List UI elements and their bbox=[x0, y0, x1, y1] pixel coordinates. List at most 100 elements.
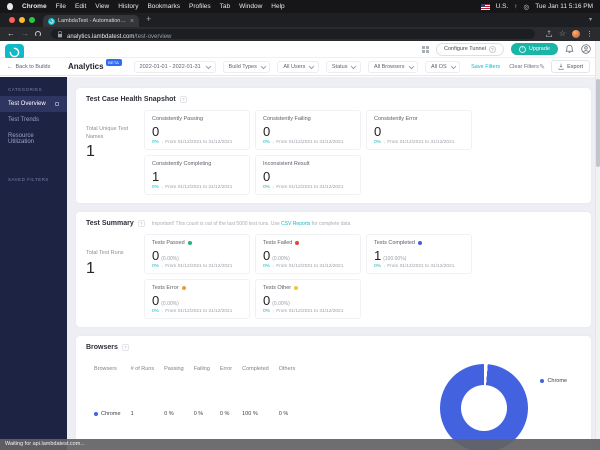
section-test-summary: Test Summary ? Important! This count is … bbox=[76, 212, 591, 327]
trend-up-icon: ↑ bbox=[272, 185, 274, 190]
help-icon[interactable]: ? bbox=[138, 220, 145, 227]
upgrade-button[interactable]: ↑ Upgrade bbox=[511, 43, 558, 55]
metric-card-consistently-failing: Consistently Failing 0 0%↑From 01/12/202… bbox=[255, 110, 361, 150]
tab-close-icon[interactable]: × bbox=[130, 18, 134, 25]
trend-up-icon: ↑ bbox=[383, 140, 385, 145]
help-icon[interactable]: ? bbox=[122, 344, 129, 351]
col-error: Error bbox=[220, 362, 242, 376]
tab-search-chevron-icon[interactable]: ▾ bbox=[589, 16, 600, 27]
notifications-bell-icon[interactable] bbox=[565, 44, 574, 54]
metric-card-consistently-passing: Consistently Passing 0 0%↑From 01/12/202… bbox=[144, 110, 250, 150]
menu-view[interactable]: View bbox=[95, 3, 109, 10]
sidebar-item-label: Test Overview bbox=[8, 101, 46, 107]
csv-reports-link[interactable]: CSV Reports bbox=[281, 221, 310, 227]
apps-grid-icon[interactable] bbox=[422, 46, 429, 53]
url-path: /test-overview bbox=[134, 34, 171, 40]
sidebar: CATEGORIES Test Overview Test Trends Res… bbox=[0, 77, 67, 450]
menu-tab[interactable]: Tab bbox=[220, 3, 230, 10]
menu-edit[interactable]: Edit bbox=[75, 3, 86, 10]
menu-chrome[interactable]: Chrome bbox=[22, 3, 47, 10]
browser-status-bar: Waiting for api.lambdatest.com... bbox=[0, 439, 600, 450]
total-unique-tests-value: 1 bbox=[86, 143, 144, 161]
chrome-dot-icon bbox=[94, 412, 98, 416]
user-profile-icon[interactable] bbox=[581, 44, 591, 54]
trend-up-icon: ↑ bbox=[272, 140, 274, 145]
trend-up-icon: ↑ bbox=[272, 309, 274, 314]
sidebar-item-test-overview[interactable]: Test Overview bbox=[0, 96, 67, 112]
passed-dot-icon bbox=[188, 241, 192, 245]
menu-file[interactable]: File bbox=[56, 3, 66, 10]
lock-icon bbox=[57, 31, 63, 38]
external-link-icon bbox=[55, 102, 59, 106]
apple-icon[interactable] bbox=[7, 3, 13, 10]
help-icon[interactable]: ? bbox=[180, 96, 187, 103]
tunnel-help-icon[interactable]: ? bbox=[489, 46, 496, 53]
all-users-dropdown[interactable]: All Users bbox=[277, 61, 319, 73]
col-others: Others bbox=[279, 362, 306, 376]
export-label: Export bbox=[567, 64, 583, 70]
completed-dot-icon bbox=[418, 241, 422, 245]
screen-mirror-icon[interactable]: ◎ bbox=[524, 3, 530, 11]
chevron-down-icon bbox=[206, 63, 211, 68]
close-window-button[interactable] bbox=[9, 17, 15, 23]
build-types-dropdown[interactable]: Build Types bbox=[223, 61, 271, 73]
address-bar[interactable]: analytics.lambdatest.com/test-overview bbox=[51, 29, 535, 39]
tab-title: LambdaTest - Automation Ana... bbox=[58, 18, 127, 24]
input-menu-icon[interactable]: ↑ bbox=[514, 3, 517, 10]
summary-hint: Important! This count is out of the last… bbox=[152, 221, 351, 227]
back-to-builds-link[interactable]: ← Back to Builds bbox=[0, 64, 62, 70]
col-browsers: Browsers bbox=[94, 362, 131, 376]
menubar-clock[interactable]: Tue Jan 11 5:16 PM bbox=[535, 3, 593, 10]
scrollbar-thumb[interactable] bbox=[596, 79, 600, 167]
save-filters-link[interactable]: Save Filters bbox=[471, 64, 500, 70]
bookmark-star-icon[interactable]: ☆ bbox=[559, 30, 566, 38]
date-range-picker[interactable]: 2022-01-01 - 2022-01-31 bbox=[134, 61, 216, 73]
all-os-dropdown[interactable]: All OS bbox=[425, 61, 460, 73]
saved-filters-heading: SAVED FILTERS bbox=[0, 172, 67, 186]
configure-tunnel-button[interactable]: Configure Tunnel ? bbox=[436, 43, 504, 56]
chrome-profile-avatar[interactable] bbox=[572, 30, 580, 38]
filter-bar: ← Back to Builds Analytics BETA 2022-01-… bbox=[0, 58, 600, 76]
metric-card-inconsistent-result: Inconsistent Result 0 0%↑From 01/12/2021… bbox=[255, 155, 361, 195]
menu-help[interactable]: Help bbox=[271, 3, 284, 10]
reload-icon[interactable] bbox=[35, 31, 41, 37]
section-title: Test Summary bbox=[86, 220, 134, 227]
zoom-window-button[interactable] bbox=[29, 17, 35, 23]
status-dropdown[interactable]: Status bbox=[326, 61, 361, 73]
legend-label: Chrome bbox=[547, 378, 567, 384]
metric-card-tests-error: Tests Error 0(0.00%) 0%↑From 01/12/2021 … bbox=[144, 279, 250, 319]
sidebar-item-label: Resource Utilization bbox=[8, 133, 59, 145]
metric-card-tests-completed: Tests Completed 1(100.00%) 0%↑From 01/12… bbox=[366, 234, 472, 274]
chevron-down-icon bbox=[309, 63, 314, 68]
sidebar-item-test-trends[interactable]: Test Trends bbox=[0, 112, 67, 128]
back-icon[interactable]: ← bbox=[7, 30, 15, 38]
menu-window[interactable]: Window bbox=[239, 3, 262, 10]
total-unique-tests-label: Total Unique Test Names bbox=[86, 126, 136, 141]
us-flag-icon[interactable] bbox=[481, 4, 490, 10]
browsers-donut-chart bbox=[440, 364, 528, 450]
chevron-down-icon bbox=[451, 63, 456, 68]
screen: Chrome File Edit View History Bookmarks … bbox=[0, 0, 600, 450]
sidebar-item-resource-utilization[interactable]: Resource Utilization bbox=[0, 128, 67, 150]
menu-profiles[interactable]: Profiles bbox=[189, 3, 211, 10]
input-source-label[interactable]: U.S. bbox=[496, 3, 509, 10]
share-icon[interactable] bbox=[545, 30, 553, 38]
lambdatest-favicon-icon bbox=[48, 18, 55, 25]
trend-up-icon: ↑ bbox=[161, 309, 163, 314]
forward-icon[interactable]: → bbox=[21, 30, 29, 38]
clear-filters-link[interactable]: Clear Filters bbox=[509, 64, 539, 70]
all-browsers-dropdown[interactable]: All Browsers bbox=[368, 61, 418, 73]
menu-bookmarks[interactable]: Bookmarks bbox=[147, 3, 180, 10]
trend-up-icon: ↑ bbox=[161, 140, 163, 145]
configure-tunnel-label: Configure Tunnel bbox=[444, 46, 486, 52]
page-scrollbar[interactable] bbox=[595, 41, 600, 450]
export-button[interactable]: Export bbox=[551, 60, 590, 73]
section-title: Browsers bbox=[86, 344, 118, 351]
edit-icon[interactable]: ✎ bbox=[539, 63, 545, 71]
chrome-toolbar: ← → analytics.lambdatest.com/test-overvi… bbox=[0, 27, 600, 41]
minimize-window-button[interactable] bbox=[19, 17, 25, 23]
main-content: Test Case Health Snapshot ? Total Unique… bbox=[67, 77, 600, 450]
chrome-menu-icon[interactable]: ⋮ bbox=[586, 31, 593, 38]
trend-up-icon: ↑ bbox=[161, 185, 163, 190]
menu-history[interactable]: History bbox=[118, 3, 138, 10]
